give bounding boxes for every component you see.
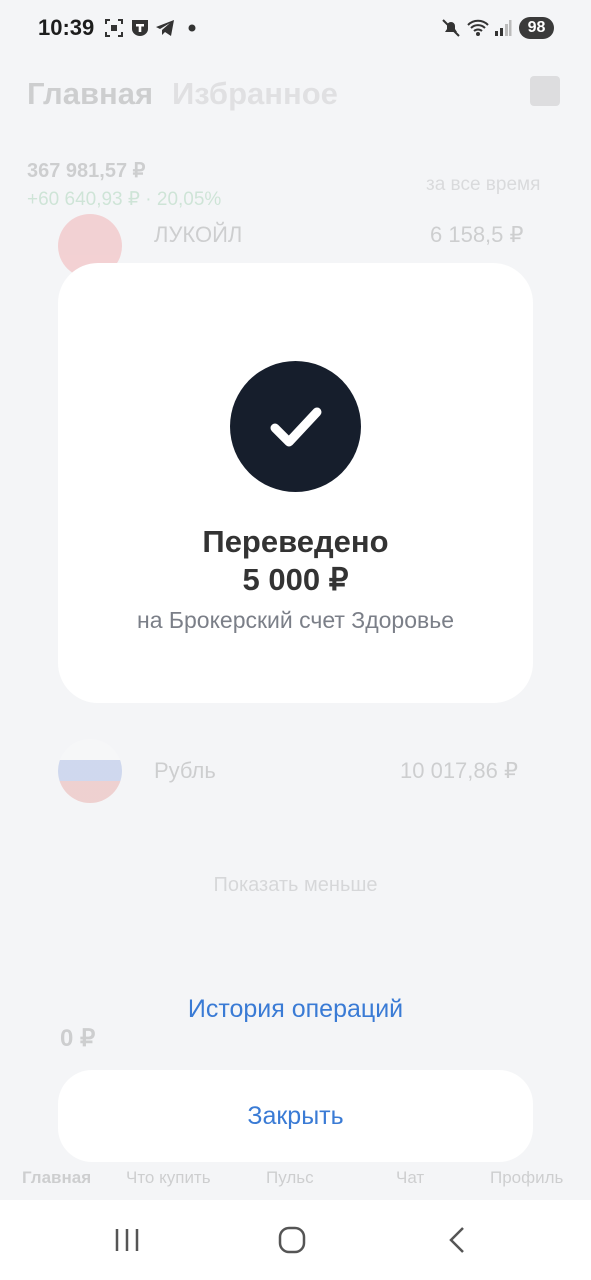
gift-icon[interactable] xyxy=(530,76,560,106)
account-value: 0 ₽ xyxy=(60,1025,96,1052)
recent-apps-button[interactable] xyxy=(97,1210,157,1270)
tab-favorites[interactable]: Избранное xyxy=(172,76,338,112)
nav-pulse[interactable]: Пульс xyxy=(266,1168,314,1188)
status-time: 10:39 xyxy=(38,15,95,40)
asset-name: ЛУКОЙЛ xyxy=(154,222,243,247)
transfer-amount: 5 000 ₽ xyxy=(242,562,349,597)
home-button[interactable] xyxy=(262,1210,322,1270)
ruble-flag-icon xyxy=(58,739,122,803)
operations-history-link[interactable]: История операций xyxy=(0,995,591,1024)
signal-icon xyxy=(492,17,514,39)
dialog-subtitle: на Брокерский счет Здоровье xyxy=(137,607,454,633)
tab-main[interactable]: Главная xyxy=(27,76,153,112)
period-selector[interactable]: за все время xyxy=(426,174,540,196)
battery-indicator: 98 xyxy=(519,17,554,39)
status-bar: 10:39 98 xyxy=(0,0,591,56)
close-button[interactable]: Закрыть xyxy=(58,1070,533,1162)
currency-value: 10 017,86 ₽ xyxy=(400,758,518,783)
dot-icon xyxy=(181,17,203,39)
check-icon xyxy=(230,361,361,492)
portfolio-change: +60 640,93 ₽ · 20,05% xyxy=(27,189,222,210)
nav-profile[interactable]: Профиль xyxy=(490,1168,563,1188)
nav-chat[interactable]: Чат xyxy=(396,1168,424,1188)
tbank-icon xyxy=(129,17,151,39)
wifi-icon xyxy=(467,17,489,39)
mute-icon xyxy=(440,17,462,39)
currency-name: Рубль xyxy=(154,758,216,783)
telegram-icon xyxy=(154,17,176,39)
dialog-title: Переведено xyxy=(202,524,389,559)
show-less-button[interactable]: Показать меньше xyxy=(0,874,591,897)
asset-value: 6 158,5 ₽ xyxy=(430,222,524,247)
portfolio-value: 367 981,57 ₽ xyxy=(27,160,146,182)
back-button[interactable] xyxy=(428,1210,488,1270)
nav-what-to-buy[interactable]: Что купить xyxy=(126,1168,211,1188)
screenshot-icon xyxy=(103,17,125,39)
nav-main[interactable]: Главная xyxy=(22,1168,91,1188)
